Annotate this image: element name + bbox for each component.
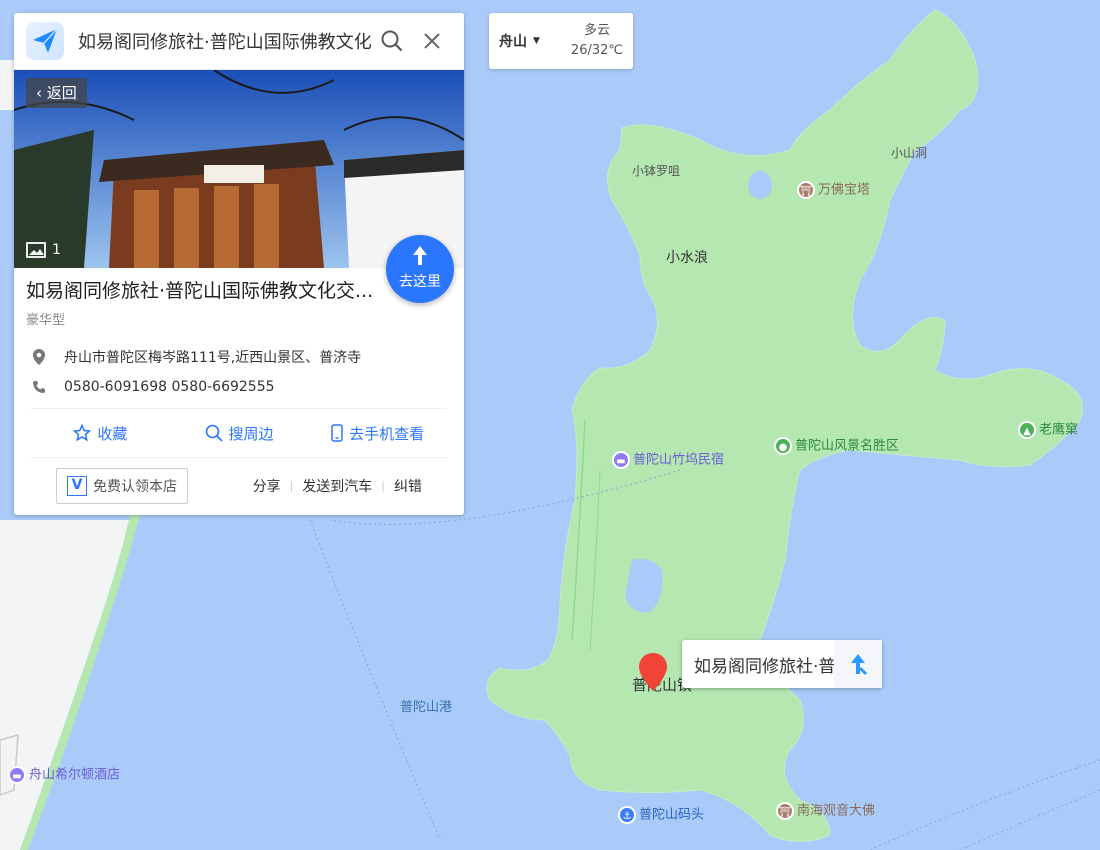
weather-temp: 26/32℃ — [570, 43, 623, 58]
report-error-link[interactable]: 纠错 — [394, 476, 422, 496]
image-icon — [26, 242, 46, 258]
hotel-icon: ▬ — [612, 451, 630, 469]
favorite-label: 收藏 — [97, 424, 128, 443]
label-xiaoboluoming: 小钵罗咀 — [632, 164, 681, 178]
panel-footer: V 免费认领本店 分享 | 发送到汽车 | 纠错 — [14, 458, 464, 513]
phone-icon — [32, 380, 46, 394]
search-input[interactable]: 如易阁同修旅社·普陀山国际佛教文化交流中心 — [78, 28, 372, 54]
weather-condition: 多云 — [583, 23, 610, 38]
phone-view-button[interactable]: 去手机查看 — [308, 423, 447, 444]
back-label: 返回 — [46, 84, 77, 102]
location-marker[interactable] — [638, 652, 668, 696]
temple-icon: ⛩ — [797, 181, 815, 199]
place-photo[interactable]: ‹ 返回 1 — [14, 70, 464, 268]
place-type: 豪华型 — [26, 313, 66, 328]
poi-nanhai-guanyin[interactable]: ⛩ 南海观音大佛 — [776, 802, 875, 821]
goto-label: 去这里 — [399, 274, 441, 290]
caret-down-icon: ▼ — [533, 36, 540, 46]
poi-label: 普陀山码头 — [639, 807, 705, 823]
poi-label: 普陀山风景名胜区 — [795, 438, 900, 454]
city-selector[interactable]: 舟山 ▼ — [499, 31, 540, 51]
weather-info: 多云 26/32℃ — [571, 21, 623, 61]
label-putuoshan-gang: 普陀山港 — [400, 700, 453, 715]
tooltip-route-button[interactable] — [834, 640, 882, 688]
hotel-icon: ▬ — [8, 766, 26, 784]
claim-label: 免费认领本店 — [93, 478, 177, 495]
footer-links: 分享 | 发送到汽车 | 纠错 — [253, 476, 422, 496]
tooltip-text[interactable]: 如易阁同修旅社·普陀山国际佛教文化交流中心 — [682, 652, 834, 677]
phone-text[interactable]: 0580-6091698 0580-6692555 — [64, 379, 275, 395]
divider: | — [289, 479, 294, 492]
location-pin-icon — [32, 348, 46, 366]
star-icon — [73, 424, 92, 442]
poi-zhuwu-minsu[interactable]: ▬ 普陀山竹坞民宿 — [612, 451, 724, 470]
app-logo-icon[interactable] — [26, 22, 64, 60]
label-xiaoshuilang: 小水浪 — [666, 250, 708, 266]
route-arrow-icon — [413, 246, 427, 265]
scenic-icon: ▲ — [1018, 421, 1036, 439]
divider: | — [381, 479, 385, 492]
nearby-label: 搜周边 — [228, 424, 274, 443]
search-button[interactable] — [372, 21, 412, 61]
poi-matou[interactable]: ⚓ 普陀山码头 — [618, 806, 704, 825]
close-icon — [424, 33, 440, 49]
poi-fengjing[interactable]: ● 普陀山风景名胜区 — [774, 437, 899, 456]
weather-widget: 舟山 ▼ 多云 26/32℃ — [489, 13, 633, 69]
temple-icon: ⛩ — [776, 802, 794, 820]
nearby-search-button[interactable]: 搜周边 — [170, 423, 309, 444]
marker-tooltip[interactable]: 如易阁同修旅社·普陀山国际佛教文化交流中心 — [682, 640, 882, 688]
verified-v-icon: V — [67, 475, 87, 496]
search-bar: 如易阁同修旅社·普陀山国际佛教文化交流中心 — [14, 13, 464, 70]
share-link[interactable]: 分享 — [253, 476, 281, 496]
anchor-icon: ⚓ — [618, 806, 636, 824]
address-row: 舟山市普陀区梅岑路111号,近西山景区、普济寺 — [14, 342, 464, 372]
city-name: 舟山 — [499, 34, 527, 50]
search-icon — [205, 424, 223, 442]
poi-wanfo-baota[interactable]: ⛩ 万佛宝塔 — [797, 181, 870, 200]
poi-label: 舟山希尔顿酒店 — [29, 767, 121, 783]
back-button[interactable]: ‹ 返回 — [26, 78, 87, 108]
clear-button[interactable] — [412, 21, 452, 61]
poi-hilton[interactable]: ▬ 舟山希尔顿酒店 — [8, 766, 120, 785]
goto-button[interactable]: 去这里 — [386, 235, 454, 303]
poi-label: 万佛宝塔 — [818, 182, 871, 198]
poi-label: 老鹰窠 — [1039, 422, 1079, 438]
poi-label: 南海观音大佛 — [797, 803, 876, 819]
place-panel: 如易阁同修旅社·普陀山国际佛教文化交流中心 ‹ 返回 1 — [14, 13, 464, 515]
poi-label: 普陀山竹坞民宿 — [633, 452, 725, 468]
photo-count[interactable]: 1 — [26, 242, 61, 258]
mobile-icon — [331, 424, 343, 442]
search-icon — [381, 30, 403, 52]
favorite-button[interactable]: 收藏 — [31, 423, 170, 444]
claim-store-button[interactable]: V 免费认领本店 — [56, 467, 188, 504]
phone-view-label: 去手机查看 — [349, 424, 425, 443]
action-bar: 收藏 搜周边 去手机查看 — [31, 408, 447, 458]
send-to-car-link[interactable]: 发送到汽车 — [302, 476, 372, 496]
phone-row: 0580-6091698 0580-6692555 — [14, 372, 464, 402]
chevron-left-icon: ‹ — [36, 84, 47, 102]
label-xiaoshandong: 小山洞 — [891, 146, 928, 160]
scenic-icon: ● — [774, 437, 792, 455]
poi-laoyingke[interactable]: ▲ 老鹰窠 — [1018, 421, 1078, 440]
route-arrow-icon — [851, 654, 868, 676]
address-text: 舟山市普陀区梅岑路111号,近西山景区、普济寺 — [64, 350, 362, 366]
photo-count-value: 1 — [52, 242, 61, 258]
